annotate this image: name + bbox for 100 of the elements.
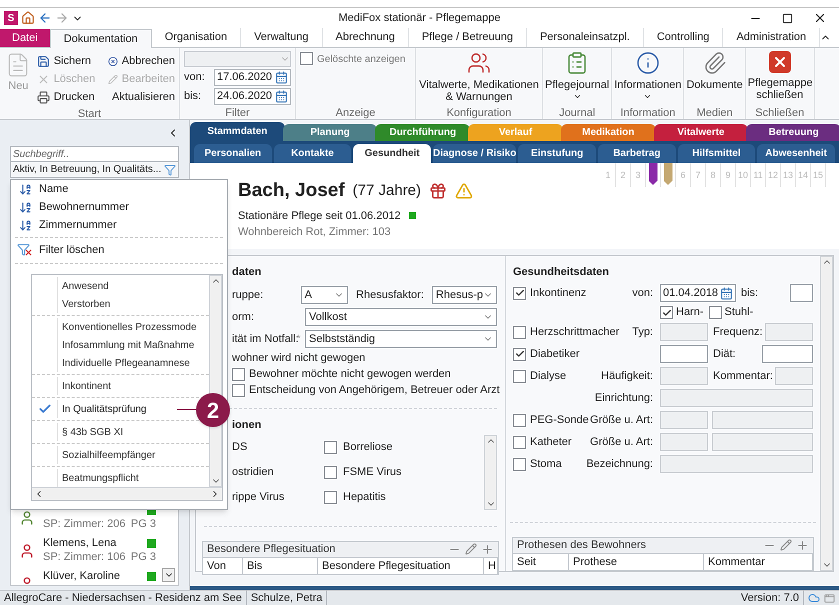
ribbon-button[interactable]: Aktualisieren <box>108 88 175 106</box>
checkbox[interactable] <box>660 306 673 319</box>
add-icon[interactable] <box>796 539 809 552</box>
select-field[interactable]: Rhesus-p <box>432 286 497 304</box>
input-field[interactable] <box>790 284 813 302</box>
ribbon-large-button[interactable]: Informationen <box>614 48 682 105</box>
column-header[interactable]: Besondere Pflegesituation <box>318 558 484 574</box>
ribbon-tab[interactable]: Controlling <box>644 28 724 47</box>
scrollbar[interactable] <box>820 256 833 571</box>
sub-tab[interactable]: Gesundheit <box>353 144 431 163</box>
sub-tab[interactable]: Abwesenheit <box>757 144 835 163</box>
filter-option[interactable]: Inkontinent <box>32 377 111 395</box>
checkbox[interactable] <box>513 436 526 448</box>
checkbox[interactable] <box>324 441 337 454</box>
select-field[interactable]: A <box>300 286 348 304</box>
sort-menu-item[interactable]: Zimmernummer <box>11 216 227 234</box>
select-field[interactable]: Selbstständig <box>305 330 497 348</box>
sub-tab[interactable]: Personalien <box>194 144 272 163</box>
checkbox[interactable] <box>513 286 526 300</box>
clear-filter-item[interactable]: Filter löschen <box>11 241 227 259</box>
ribbon-large-button[interactable]: Pflegemappe schließen <box>748 48 812 105</box>
checkbox[interactable] <box>513 348 526 360</box>
input-field[interactable] <box>660 345 708 363</box>
module-tab[interactable]: Betreuung <box>746 124 839 141</box>
select-field[interactable]: Vollkost <box>305 308 497 326</box>
ribbon-button[interactable]: Abbrechen <box>108 52 175 70</box>
ribbon-tab[interactable]: Verwaltung <box>241 28 322 47</box>
cloud-icon[interactable] <box>808 592 820 604</box>
ribbon-large-button[interactable]: Pflegejournal <box>545 48 610 105</box>
field-label: Einrichtung: <box>594 390 653 406</box>
filter-option[interactable]: § 43b SGB XI <box>32 423 124 441</box>
bookmark-tab[interactable] <box>648 163 658 185</box>
column-header[interactable]: Seit <box>513 554 569 570</box>
filter-option[interactable]: In Qualitätsprüfung <box>32 400 146 418</box>
resident-list-item[interactable]: Klüver, Karoline <box>11 565 178 585</box>
module-tab[interactable]: Stammdaten <box>190 122 285 141</box>
ribbon-tab[interactable]: Personaleinsatzpl. <box>526 28 644 47</box>
checkbox[interactable] <box>300 52 313 65</box>
module-tab[interactable]: Durchführung <box>375 124 470 141</box>
calendar-icon[interactable] <box>275 71 288 84</box>
maximize-icon[interactable] <box>782 12 793 24</box>
column-header[interactable]: Bis <box>243 558 318 574</box>
ribbon-tab[interactable]: Pflege / Betreuung <box>408 28 527 47</box>
checkbox[interactable] <box>232 368 245 380</box>
date-field[interactable]: 24.06.2020 <box>214 88 291 105</box>
sub-tab[interactable]: Einstufung <box>518 144 596 163</box>
column-header[interactable]: H <box>484 558 498 574</box>
ribbon-tab[interactable]: Abrechnung <box>322 28 409 47</box>
sort-menu-item[interactable]: Name <box>11 180 227 198</box>
column-header[interactable]: Kommentar <box>704 554 813 570</box>
file-tab[interactable]: Datei <box>0 29 50 47</box>
checkbox[interactable] <box>324 466 337 479</box>
ribbon-large-button[interactable]: Vitalwerte, Medikationen & Warnungen <box>418 48 540 105</box>
scrollbar[interactable] <box>484 435 497 510</box>
calendar-icon[interactable] <box>275 90 288 103</box>
filter-option[interactable]: Sozialhilfeempfänger <box>32 446 156 464</box>
filter-option[interactable]: Infosammlung mit Maßnahme <box>32 336 194 354</box>
filter-option[interactable]: Anwesend <box>32 277 109 295</box>
checkbox[interactable] <box>513 414 526 426</box>
column-header[interactable]: Prothese <box>569 554 704 570</box>
checkbox[interactable] <box>324 491 337 504</box>
sub-tab[interactable]: Diagnose / Risiko <box>432 144 516 163</box>
date-field[interactable]: 01.04.2018 <box>660 284 736 302</box>
ribbon-button[interactable]: Sichern <box>36 52 104 70</box>
ribbon-large-button[interactable]: Dokumente <box>686 48 743 105</box>
column-header[interactable]: Von <box>203 558 243 574</box>
window-icon[interactable] <box>824 592 835 604</box>
checkbox[interactable] <box>513 370 526 382</box>
module-tab[interactable]: Vitalwerte <box>654 124 748 141</box>
filter-option[interactable]: Verstorben <box>32 295 110 313</box>
checkbox[interactable] <box>708 306 722 319</box>
resident-list-item[interactable]: Klemens, Lena SP: Zimmer: 106 PG 3 <box>11 532 178 565</box>
sub-tab[interactable]: Barbetrag <box>598 144 676 163</box>
calendar-icon[interactable] <box>720 286 733 300</box>
edit-icon[interactable] <box>780 539 792 551</box>
ribbon-button[interactable]: Drucken <box>36 88 104 106</box>
sort-menu-item[interactable]: Bewohnernummer <box>11 198 227 216</box>
ribbon-tab[interactable]: Dokumentation <box>50 29 152 48</box>
checkbox[interactable] <box>513 326 526 338</box>
checkbox[interactable] <box>513 458 526 470</box>
filter-field[interactable]: Aktiv, In Betreuung, In Qualitäts... <box>10 162 179 178</box>
sub-tab[interactable]: Hilfsmittel <box>678 144 756 163</box>
filter-icon[interactable] <box>164 164 176 176</box>
filter-option[interactable]: Individuelle Pflegeanamnese <box>32 354 190 372</box>
close-icon[interactable] <box>813 11 827 25</box>
ribbon-tab[interactable]: Organisation <box>152 28 242 47</box>
edit-icon[interactable] <box>465 543 477 555</box>
input-field[interactable] <box>762 345 813 363</box>
checkbox[interactable] <box>232 384 245 396</box>
filter-option[interactable]: Konventionelles Prozessmode <box>32 318 197 336</box>
sub-tab[interactable]: Kontakte <box>274 144 352 163</box>
horizontal-scrollbar[interactable] <box>32 487 222 500</box>
home-icon[interactable] <box>21 11 35 25</box>
module-tab[interactable]: Planung <box>282 124 378 141</box>
scroll-down-button[interactable] <box>162 568 175 582</box>
date-field[interactable]: 17.06.2020 <box>214 69 291 86</box>
add-icon[interactable] <box>481 543 494 556</box>
select-value: Vollkost <box>309 310 347 325</box>
filter-value: Aktiv, In Betreuung, In Qualitäts... <box>13 163 162 177</box>
ribbon-tab[interactable]: Administration <box>723 28 820 47</box>
